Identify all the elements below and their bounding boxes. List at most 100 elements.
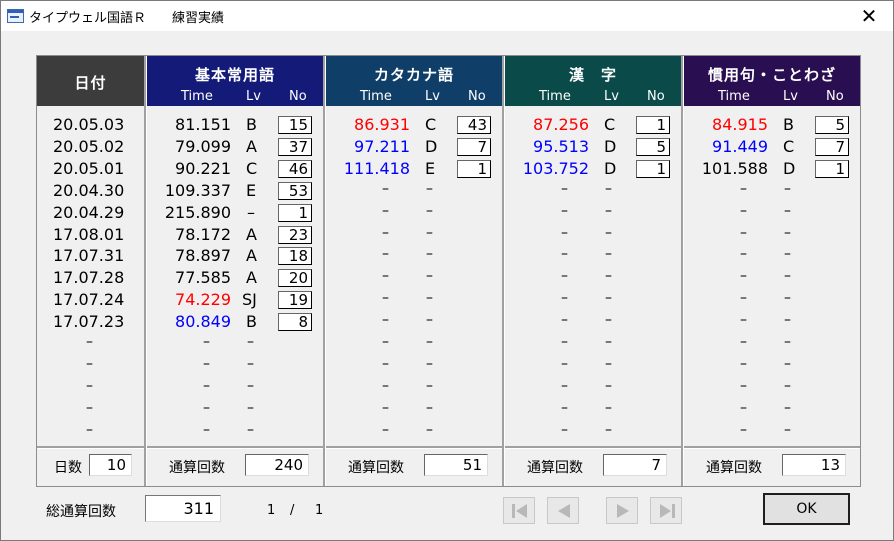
date-cell: 17.07.24 [53,290,125,310]
empty-time: – [740,421,747,438]
empty-level: – [426,224,433,241]
section-title: カタカナ語 [373,66,454,84]
empty-time: – [561,421,568,438]
time-cell: 215.890 [164,202,231,222]
section-title: 漢 字 [568,66,617,84]
empty-level: – [784,202,791,219]
date-header-label: 日付 [74,74,107,92]
no-subheader: No [826,89,844,104]
empty-time: – [561,334,568,350]
empty-time: – [382,355,389,372]
page-separator: / [290,503,295,518]
attempt-number-field: 46 [278,159,312,178]
level-cell: A [246,268,257,288]
section-title: 基本常用語 [194,66,275,84]
level-cell: D [425,136,438,156]
section-kanji: 漢 字 Time Lv No 87.256 C 1 95.513 D 5 103.752 D 1– – – –… [505,56,681,486]
empty-level: – [784,290,791,307]
time-cell: 109.337 [164,180,231,200]
empty-level: – [605,399,612,416]
level-cell: SJ [242,290,257,310]
attempt-number-field: 15 [278,116,312,134]
section-header: 漢 字 Time Lv No [505,56,681,106]
section-total-label: 通算回数 [169,460,225,476]
time-cell: 95.513 [533,136,589,156]
empty-time: – [382,202,389,219]
empty-level: – [426,180,433,197]
empty-time: – [203,355,210,372]
empty-level: – [426,421,433,438]
level-cell: A [246,246,257,266]
empty-level: – [426,377,433,394]
page-current: 1 [267,503,276,518]
prev-page-button[interactable] [547,497,579,524]
section-total-field: 51 [424,454,488,476]
empty-time: – [203,377,210,394]
empty-date: – [86,377,93,394]
app-icon [7,9,24,23]
empty-time: – [740,268,747,285]
empty-level: – [605,290,612,307]
ok-button[interactable]: OK [763,493,850,525]
section-total-field: 240 [245,454,309,476]
first-page-button[interactable] [503,497,535,524]
last-page-icon [660,504,675,518]
time-cell: 81.151 [175,115,231,134]
section-total-label: 通算回数 [527,460,583,476]
empty-level: – [784,180,791,197]
empty-level: – [605,224,612,241]
empty-time: – [382,334,389,350]
empty-level: – [784,421,791,438]
empty-time: – [740,355,747,372]
empty-time: – [382,268,389,285]
next-page-button[interactable] [606,497,638,524]
app-window: タイプウェル国語Ｒ 練習実績 ✕ 日付 20.05.03 20.05.02 20.0… [0,0,894,541]
time-cell: 111.418 [343,158,410,178]
empty-time: – [740,224,747,241]
empty-time: – [382,246,389,263]
time-cell: 87.256 [533,115,589,134]
empty-time: – [203,399,210,416]
attempt-number-field: 1 [278,203,312,222]
empty-level: – [426,290,433,307]
empty-level: – [426,312,433,329]
empty-time: – [561,202,568,219]
attempt-number-field: 53 [278,181,312,200]
empty-time: – [561,377,568,394]
level-cell: B [246,115,257,134]
empty-time: – [740,334,747,350]
date-cell: 20.04.29 [53,202,125,222]
date-column: 日付 20.05.03 20.05.02 20.05.01 20.04.30 20.04… [37,56,144,486]
empty-time: – [561,290,568,307]
empty-level: – [247,399,254,416]
close-button[interactable]: ✕ [846,1,892,31]
empty-level: – [426,268,433,285]
first-page-icon [512,504,527,518]
empty-time: – [561,312,568,329]
empty-level: – [426,202,433,219]
empty-time: – [561,355,568,372]
empty-level: – [784,268,791,285]
level-cell: A [246,136,257,156]
empty-date: – [86,355,93,372]
time-cell: 90.221 [175,158,231,178]
last-page-button[interactable] [650,497,682,524]
empty-level: – [605,180,612,197]
section-total-label: 通算回数 [706,460,762,476]
empty-time: – [561,268,568,285]
empty-level: – [784,224,791,241]
empty-level: – [784,246,791,263]
empty-level: – [426,334,433,350]
level-cell: A [246,224,257,244]
empty-time: – [382,421,389,438]
footer-divider [147,446,323,449]
empty-level: – [247,334,254,350]
attempt-number-field: 23 [278,225,312,244]
time-cell: 78.897 [175,246,231,266]
empty-time: – [561,246,568,263]
empty-date: – [86,334,93,350]
attempt-number-field: 20 [278,269,312,288]
empty-time: – [740,312,747,329]
lv-subheader: Lv [604,89,619,104]
lv-subheader: Lv [246,89,261,104]
